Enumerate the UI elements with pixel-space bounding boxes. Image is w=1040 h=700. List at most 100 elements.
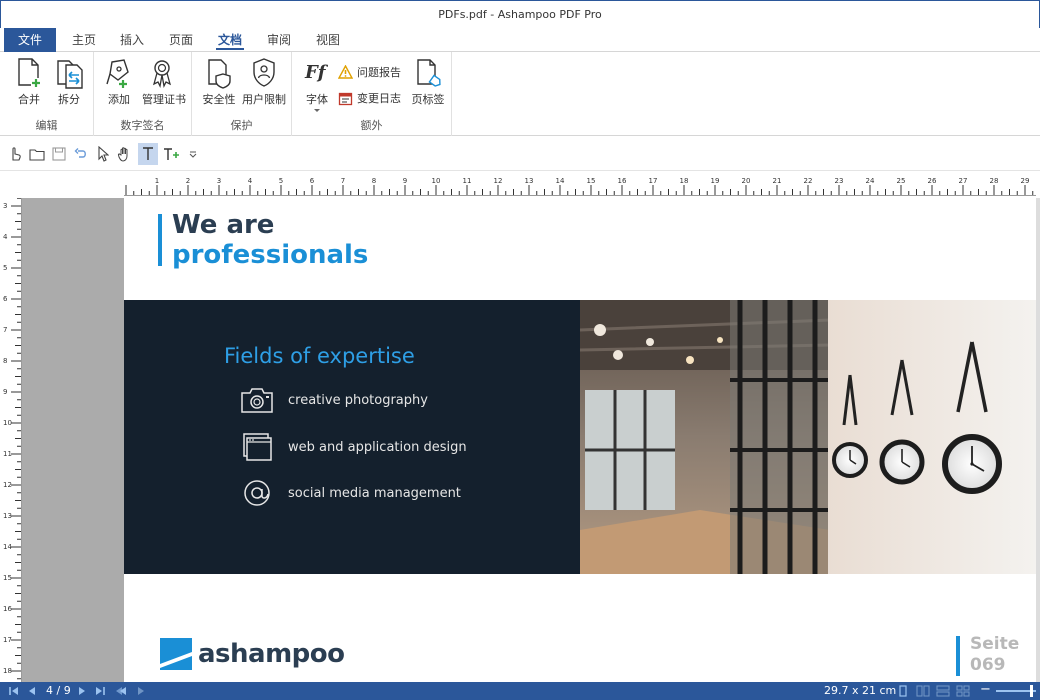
ruler-label: 4 xyxy=(248,177,253,185)
previous-page-icon[interactable] xyxy=(26,685,38,697)
problem-report-button[interactable]: 问题报告 xyxy=(338,62,401,82)
hand-tool-button[interactable] xyxy=(115,143,135,165)
status-bar: 4 / 9 29.7 x 21 cm − xyxy=(0,682,1040,700)
ruler-label: 9 xyxy=(3,388,7,396)
change-log-button[interactable]: 变更日志 xyxy=(338,88,401,108)
split-button[interactable]: 拆分 xyxy=(50,56,88,107)
font-ff-icon: Ff xyxy=(304,62,329,83)
ruler-label: 18 xyxy=(680,177,689,185)
group-label-protect: 保护 xyxy=(230,119,253,132)
tab-page[interactable]: 页面 xyxy=(161,28,201,52)
merge-button[interactable]: 合并 xyxy=(10,56,48,107)
ruler-label: 29 xyxy=(1021,177,1030,185)
ruler-label: 27 xyxy=(959,177,968,185)
folder-icon xyxy=(29,149,45,161)
save-button[interactable] xyxy=(49,143,69,165)
manage-certificates-button[interactable]: 管理证书 xyxy=(142,56,186,107)
ruler-label: 3 xyxy=(217,177,221,185)
security-label: 安全性 xyxy=(202,93,236,106)
two-page-view-icon[interactable] xyxy=(916,685,930,697)
tab-view[interactable]: 视图 xyxy=(308,28,348,52)
tab-insert[interactable]: 插入 xyxy=(112,28,152,52)
add-signature-button[interactable]: 添加 xyxy=(100,56,138,107)
text-add-icon xyxy=(164,148,179,160)
ruler-label: 10 xyxy=(432,177,441,185)
user-restriction-label: 用户限制 xyxy=(242,93,286,106)
last-page-icon[interactable] xyxy=(94,685,106,697)
tab-file[interactable]: 文件 xyxy=(4,28,56,52)
ruler-label: 11 xyxy=(463,177,472,185)
office-clocks-photo xyxy=(580,300,1036,574)
tab-home[interactable]: 主页 xyxy=(64,28,104,52)
ruler-label: 16 xyxy=(3,605,12,613)
field-label-social-media: social media management xyxy=(288,485,461,501)
ruler-label: 10 xyxy=(3,419,12,427)
next-page-icon[interactable] xyxy=(76,685,88,697)
undo-icon xyxy=(74,148,86,158)
ruler-label: 6 xyxy=(310,177,315,185)
security-button[interactable]: 安全性 xyxy=(200,56,238,107)
field-label-web-design: web and application design xyxy=(288,439,467,455)
vertical-ruler-scale: 3 4 5 6 7 8 9 10 11 12 13 14 15 16 17 18 xyxy=(3,197,21,680)
ruler-label: 7 xyxy=(341,177,345,185)
page-number-block: Seite 069 xyxy=(970,634,1019,676)
user-restriction-button[interactable]: 用户限制 xyxy=(242,56,286,107)
ruler-label: 4 xyxy=(3,233,8,241)
dropdown-caret-icon xyxy=(314,109,320,112)
logo-text: ashampoo xyxy=(198,639,345,669)
ruler-label: 26 xyxy=(928,177,937,185)
bookmarks-label: 页标签 xyxy=(411,93,445,106)
window-title: PDFs.pdf - Ashampoo PDF Pro xyxy=(438,8,602,21)
dropdown-caret-icon xyxy=(189,151,197,158)
touch-mode-button[interactable] xyxy=(5,143,25,165)
customize-toolbar-button[interactable] xyxy=(186,143,200,165)
zoom-out-button[interactable]: − xyxy=(980,682,991,697)
tab-review[interactable]: 审阅 xyxy=(259,28,299,52)
first-page-icon[interactable] xyxy=(8,685,20,697)
headline-line-2: professionals xyxy=(172,240,369,270)
ashampoo-logo: ashampoo xyxy=(160,638,345,670)
calendar-log-icon xyxy=(338,92,353,105)
open-button[interactable] xyxy=(27,143,47,165)
field-label-photography: creative photography xyxy=(288,392,428,408)
document-tag-icon xyxy=(417,59,441,87)
ruler-label: 17 xyxy=(3,636,12,644)
fonts-button[interactable]: Ff 字体 xyxy=(298,56,336,113)
window-titlebar: PDFs.pdf - Ashampoo PDF Pro xyxy=(0,0,1040,28)
undo-button[interactable] xyxy=(71,143,91,165)
certificate-ribbon-icon xyxy=(152,60,172,89)
hand-pointer-icon xyxy=(12,147,21,161)
menu-bar: 文件 主页 插入 页面 文档 审阅 视图 xyxy=(0,28,1040,52)
ruler-label: 15 xyxy=(3,574,12,582)
ribbon: 合并 拆分 编辑 添加 管理证书 数字签名 安全性 用户限制 保护 Ff 字体 … xyxy=(0,52,1040,136)
page-indicator[interactable]: 4 / 9 xyxy=(46,684,71,697)
bookmarks-button[interactable]: 页标签 xyxy=(408,56,448,107)
field-item-web-design: web and application design xyxy=(240,432,467,462)
pen-nib-icon xyxy=(106,59,129,88)
ruler-label: 18 xyxy=(3,667,12,675)
pdf-page[interactable]: We are professionals Fields of expertise… xyxy=(124,198,1036,682)
ruler-label: 21 xyxy=(773,177,782,185)
vertical-scrollbar[interactable] xyxy=(1036,198,1040,682)
ruler-label: 6 xyxy=(3,295,8,303)
add-text-button[interactable] xyxy=(161,143,183,165)
zoom-slider-thumb[interactable] xyxy=(1030,685,1033,697)
tab-document[interactable]: 文档 xyxy=(210,28,250,52)
text-tool-button[interactable] xyxy=(138,143,158,165)
navigate-forward-icon[interactable] xyxy=(136,685,148,697)
select-tool-button[interactable] xyxy=(93,143,113,165)
single-page-view-icon[interactable] xyxy=(898,685,908,697)
document-workspace[interactable]: We are professionals Fields of expertise… xyxy=(22,198,1036,682)
hand-icon xyxy=(117,147,128,162)
at-sign-icon xyxy=(244,480,270,506)
ruler-label: 12 xyxy=(494,177,503,185)
navigate-back-icon[interactable] xyxy=(116,685,128,697)
ruler-label: 15 xyxy=(587,177,596,185)
continuous-view-icon[interactable] xyxy=(936,685,950,697)
facing-view-icon[interactable] xyxy=(956,685,970,697)
ribbon-group-signature: 添加 管理证书 数字签名 xyxy=(94,52,192,136)
ribbon-group-extra: Ff 字体 问题报告 变更日志 页标签 额外 xyxy=(292,52,452,136)
ruler-label: 20 xyxy=(742,177,751,185)
merge-label: 合并 xyxy=(18,93,40,106)
page-number-accent-bar xyxy=(956,636,960,676)
